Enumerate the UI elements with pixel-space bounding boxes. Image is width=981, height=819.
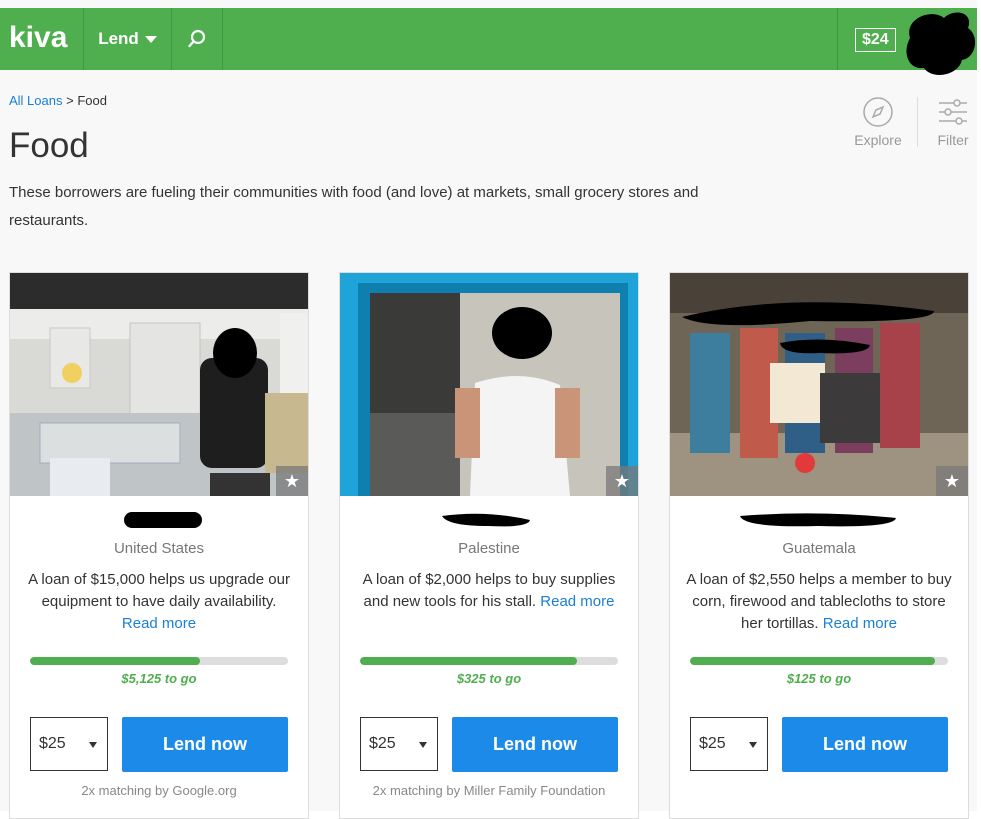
lend-amount-value: $25 — [699, 735, 726, 752]
lend-now-button[interactable]: Lend now — [452, 717, 618, 772]
borrower-photo[interactable]: ★ — [340, 273, 638, 496]
borrower-country: United States — [113, 540, 205, 557]
matching-text: 2x matching by Google.org — [81, 783, 237, 798]
funding-progress-fill — [30, 657, 201, 665]
loan-description: A loan of $2,550 helps a member to buy c… — [686, 569, 952, 635]
loan-card: ★ Guatemala A loan of $2,550 helps a mem… — [669, 272, 969, 819]
loan-description: A loan of $2,000 helps to buy supplies a… — [356, 569, 622, 613]
amount-to-go: $5,125 to go — [121, 671, 197, 686]
lend-now-button[interactable]: Lend now — [782, 717, 948, 772]
funding-progress-bar — [690, 657, 948, 665]
compass-icon — [863, 97, 893, 127]
account-balance[interactable]: $24 — [855, 28, 896, 52]
borrower-photo-image — [340, 273, 638, 496]
nav-divider — [837, 8, 838, 70]
lend-menu-button[interactable]: Lend — [84, 8, 171, 70]
star-icon: ★ — [613, 470, 631, 491]
funding-progress-bar — [30, 657, 288, 665]
nav-divider — [222, 8, 223, 70]
lend-amount-select[interactable]: $25 — [30, 717, 108, 771]
borrower-photo[interactable]: ★ — [670, 273, 968, 496]
kiva-logo[interactable]: kiva — [9, 22, 67, 54]
page: kiva Lend $24 All Loans > Food Food Thes… — [0, 0, 977, 819]
lend-amount-select[interactable]: $25 — [690, 717, 768, 771]
borrower-country: Palestine — [458, 540, 520, 557]
lend-amount-value: $25 — [39, 735, 66, 752]
avatar[interactable] — [902, 8, 980, 78]
funding-progress-fill — [690, 657, 936, 665]
matching-text: 2x matching by Miller Family Foundation — [372, 783, 606, 798]
breadcrumb-separator: > — [66, 93, 74, 108]
loan-description-text: A loan of $15,000 helps us upgrade our e… — [28, 571, 290, 610]
borrower-country: Guatemala — [782, 540, 856, 557]
filter-sliders-icon — [939, 99, 967, 125]
page-description: These borrowers are fueling their commun… — [9, 184, 699, 229]
lend-menu-label: Lend — [98, 29, 139, 48]
loan-description-text: A loan of $2,550 helps a member to buy c… — [686, 571, 952, 632]
lend-amount-select[interactable]: $25 — [360, 717, 438, 771]
page-title: Food — [9, 126, 89, 165]
borrower-photo[interactable]: ★ — [10, 273, 308, 496]
name-redaction — [740, 513, 896, 527]
read-more-link[interactable]: Read more — [122, 615, 196, 632]
read-more-link[interactable]: Read more — [540, 593, 614, 610]
loan-card: ★ Palestine A loan of $2,000 helps to bu… — [339, 272, 639, 819]
loan-description: A loan of $15,000 helps us upgrade our e… — [26, 569, 292, 635]
loan-card: ★ United States A loan of $15,000 helps … — [9, 272, 309, 819]
breadcrumb: All Loans > Food — [9, 93, 107, 108]
favorite-star-button[interactable]: ★ — [606, 466, 638, 496]
lend-now-button[interactable]: Lend now — [122, 717, 288, 772]
name-redaction — [124, 512, 202, 528]
borrower-photo-image — [670, 273, 968, 496]
search-button[interactable] — [172, 8, 222, 70]
borrower-photo-image — [10, 273, 308, 496]
star-icon: ★ — [943, 470, 961, 491]
dropdown-caret-icon — [749, 742, 757, 748]
funding-progress-bar — [360, 657, 618, 665]
amount-to-go: $325 to go — [456, 671, 522, 686]
funding-progress-fill — [360, 657, 577, 665]
read-more-link[interactable]: Read more — [823, 615, 897, 632]
filter-button[interactable]: Filter — [933, 94, 973, 148]
tools-divider — [917, 97, 918, 147]
lend-amount-value: $25 — [369, 735, 396, 752]
explore-button[interactable]: Explore — [852, 94, 904, 148]
breadcrumb-all-loans[interactable]: All Loans — [9, 93, 62, 108]
dropdown-caret-icon — [89, 742, 97, 748]
favorite-star-button[interactable]: ★ — [276, 466, 308, 496]
search-icon — [188, 29, 206, 48]
caret-down-icon — [144, 35, 157, 43]
filter-label: Filter — [937, 132, 969, 148]
dropdown-caret-icon — [419, 742, 427, 748]
breadcrumb-current: Food — [77, 93, 107, 108]
amount-to-go: $125 to go — [786, 671, 852, 686]
top-nav: kiva Lend $24 — [0, 8, 977, 75]
favorite-star-button[interactable]: ★ — [936, 466, 968, 496]
explore-label: Explore — [854, 132, 902, 148]
star-icon: ★ — [283, 470, 301, 491]
name-redaction — [442, 513, 530, 527]
